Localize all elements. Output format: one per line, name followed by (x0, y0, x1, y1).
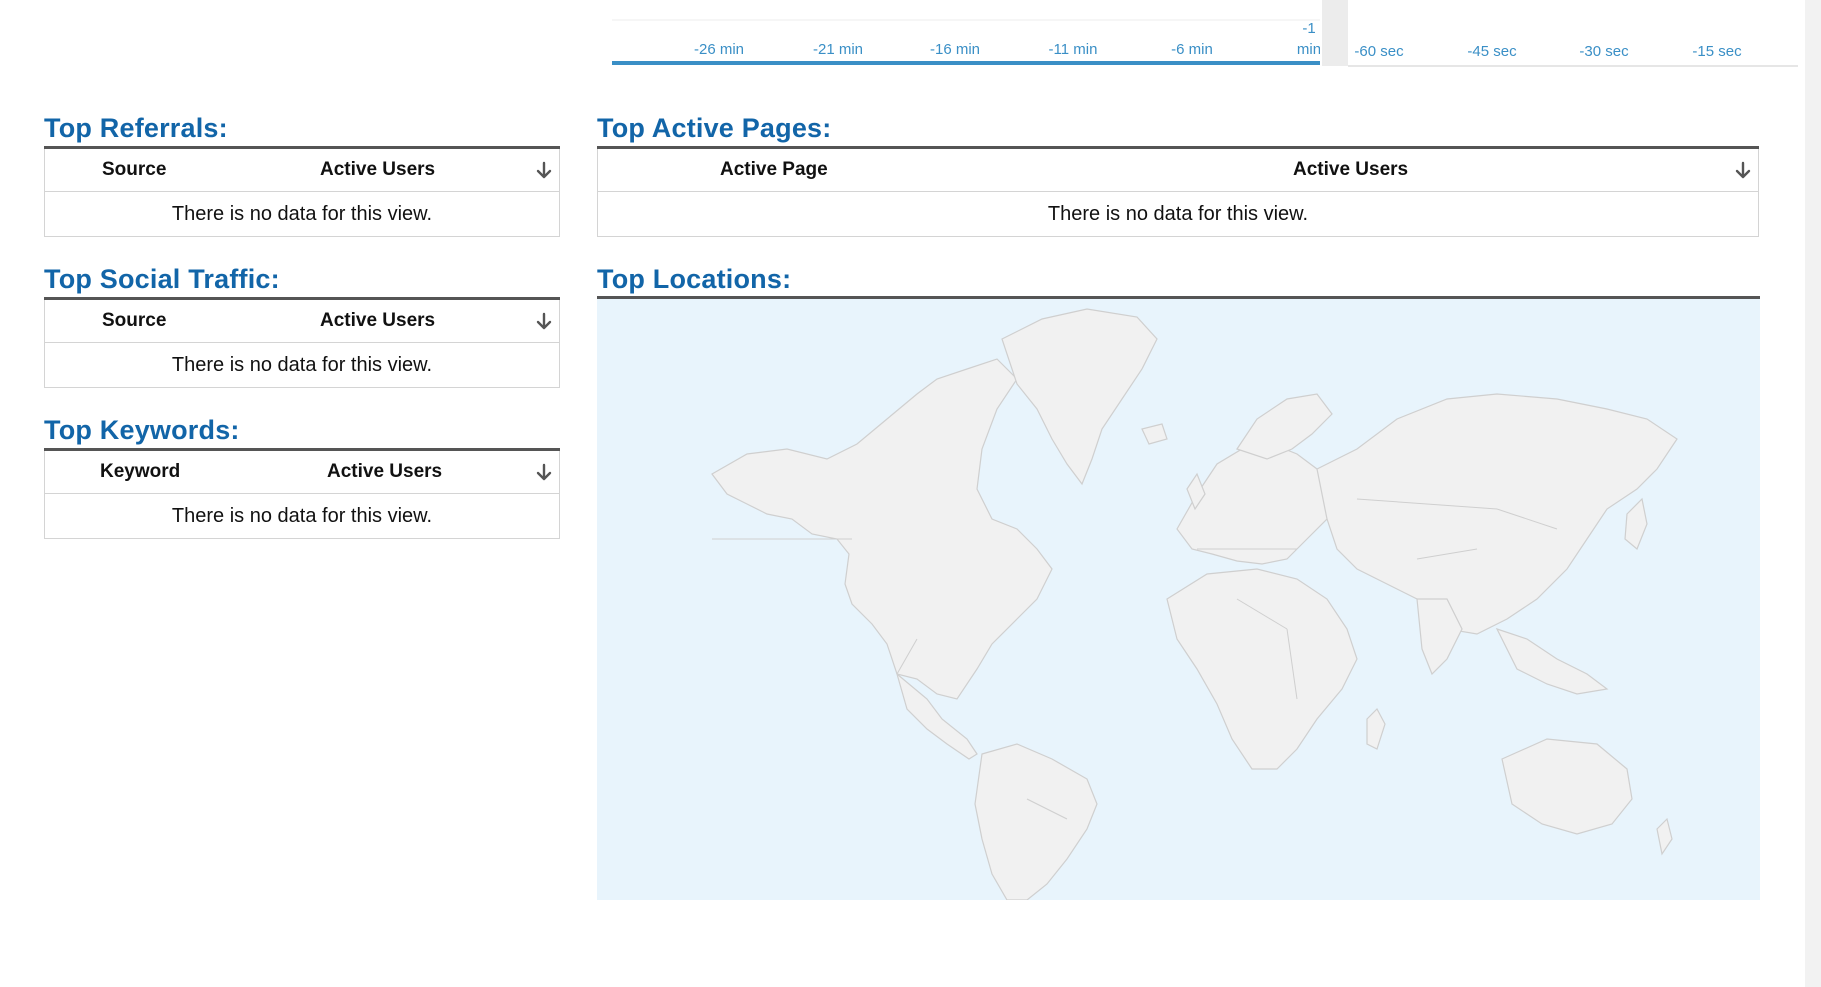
tick-label-minus-16-min: -16 min (930, 41, 980, 58)
japan-landmass (1624, 497, 1648, 550)
tick-label-minus-60-sec: -60 sec (1354, 43, 1404, 60)
new-zealand-landmass (1656, 817, 1673, 856)
southeast-asia-landmass (1495, 627, 1609, 695)
keywords-table-header: Keyword Active Users (45, 451, 559, 494)
pages-col-active-page[interactable]: Active Page (720, 159, 828, 181)
social-col-source[interactable]: Source (102, 310, 166, 332)
timeline-divider (1322, 0, 1348, 66)
keywords-col-keyword[interactable]: Keyword (100, 461, 180, 483)
world-map[interactable] (597, 299, 1760, 900)
keywords-table: Keyword Active Users There is no data fo… (44, 451, 560, 539)
tick-label-minus-1-bottom: min (1297, 41, 1320, 58)
referrals-col-active-users[interactable]: Active Users (320, 159, 435, 181)
arrow-down-icon[interactable] (535, 463, 553, 483)
australia-landmass (1501, 738, 1633, 835)
referrals-title: Top Referrals: (44, 113, 228, 143)
tick-label-minus-1-top: -1 (1302, 20, 1315, 37)
pages-table: Active Page Active Users There is no dat… (597, 149, 1759, 237)
pages-empty-message: There is no data for this view. (1047, 203, 1309, 225)
north-america-landmass (711, 358, 1053, 700)
arrow-down-icon[interactable] (535, 161, 553, 181)
tick-label-minus-26-min: -26 min (694, 41, 744, 58)
asia-landmass (1316, 393, 1678, 635)
tick-label-minus-15-sec: -15 sec (1692, 43, 1742, 60)
keywords-title: Top Keywords: (44, 415, 240, 445)
pages-col-active-users[interactable]: Active Users (1293, 159, 1408, 181)
scrollbar-track[interactable] (1805, 0, 1821, 987)
iceland-landmass (1141, 423, 1168, 445)
referrals-col-source[interactable]: Source (102, 159, 166, 181)
keywords-col-active-users[interactable]: Active Users (327, 461, 442, 483)
pages-title: Top Active Pages: (597, 113, 832, 143)
madagascar-landmass (1366, 708, 1386, 750)
tick-label-minus-45-sec: -45 sec (1467, 43, 1517, 60)
social-empty-message: There is no data for this view. (171, 354, 433, 376)
europe-landmass (1176, 443, 1338, 565)
south-america-landmass (974, 743, 1098, 900)
referrals-empty-message: There is no data for this view. (171, 203, 433, 225)
minutes-timeline-chart: -26 min -21 min -16 min -11 min -6 min -… (612, 19, 1320, 65)
scandinavia-landmass (1236, 393, 1333, 460)
tick-label-minus-21-min: -21 min (813, 41, 863, 58)
africa-landmass (1166, 568, 1358, 770)
arrow-down-icon[interactable] (535, 312, 553, 332)
greenland-landmass (1001, 308, 1158, 486)
tick-label-minus-11-min: -11 min (1049, 41, 1098, 58)
tick-label-minus-30-sec: -30 sec (1579, 43, 1629, 60)
referrals-table-header: Source Active Users (45, 149, 559, 192)
seconds-timeline-chart: -60 sec -45 sec -30 sec -15 sec (1348, 43, 1798, 67)
tick-label-minus-6-min: -6 min (1171, 41, 1213, 58)
referrals-table: Source Active Users There is no data for… (44, 149, 560, 237)
pages-table-header: Active Page Active Users (598, 149, 1758, 192)
social-table: Source Active Users There is no data for… (44, 300, 560, 388)
social-col-active-users[interactable]: Active Users (320, 310, 435, 332)
arrow-down-icon[interactable] (1734, 161, 1752, 181)
social-title: Top Social Traffic: (44, 264, 280, 294)
keywords-empty-message: There is no data for this view. (171, 505, 433, 527)
social-table-header: Source Active Users (45, 300, 559, 343)
locations-title: Top Locations: (597, 264, 792, 294)
